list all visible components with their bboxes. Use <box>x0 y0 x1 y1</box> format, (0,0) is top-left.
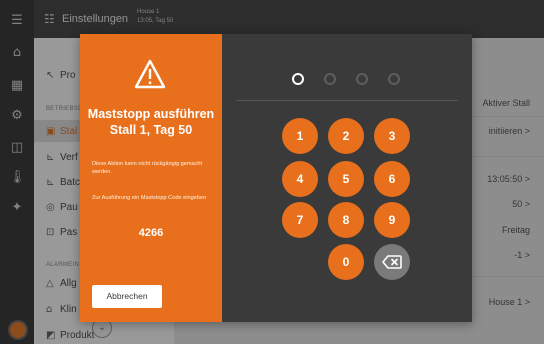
keypad-key-1[interactable]: 1 <box>282 118 318 154</box>
dialog-warning-text: Diese Aktion kann nicht rückgängig gemac… <box>92 161 203 175</box>
keypad-key-3[interactable]: 3 <box>374 118 410 154</box>
keypad-key-5[interactable]: 5 <box>328 161 364 197</box>
pin-dot-empty <box>324 73 336 85</box>
keypad-key-7[interactable]: 7 <box>282 202 318 238</box>
dialog-info-panel: Maststopp ausführen Stall 1, Tag 50 Dies… <box>80 34 222 322</box>
pin-dot-empty <box>388 73 400 85</box>
pin-entry-panel: 1 2 3 4 5 6 7 8 9 0 <box>222 34 472 322</box>
keypad-key-2[interactable]: 2 <box>328 118 364 154</box>
pin-divider <box>236 100 458 101</box>
dialog-instruction-text: Zur Ausführung ein Maststopp Code eingeb… <box>92 195 207 201</box>
pin-dot-filled <box>292 73 304 85</box>
cancel-button[interactable]: Abbrechen <box>92 285 162 308</box>
backspace-button[interactable] <box>374 244 410 280</box>
keypad-key-4[interactable]: 4 <box>282 161 318 197</box>
maststopp-dialog: Maststopp ausführen Stall 1, Tag 50 Dies… <box>80 34 472 322</box>
keypad-key-8[interactable]: 8 <box>328 202 364 238</box>
keypad-key-6[interactable]: 6 <box>374 161 410 197</box>
warning-icon <box>134 59 166 89</box>
backspace-icon <box>382 255 402 269</box>
keypad-key-0[interactable]: 0 <box>328 244 364 280</box>
pin-dot-empty <box>356 73 368 85</box>
dialog-title: Maststopp ausführen Stall 1, Tag 50 <box>87 107 215 137</box>
stop-code: 4266 <box>138 227 164 239</box>
keypad-key-9[interactable]: 9 <box>374 202 410 238</box>
